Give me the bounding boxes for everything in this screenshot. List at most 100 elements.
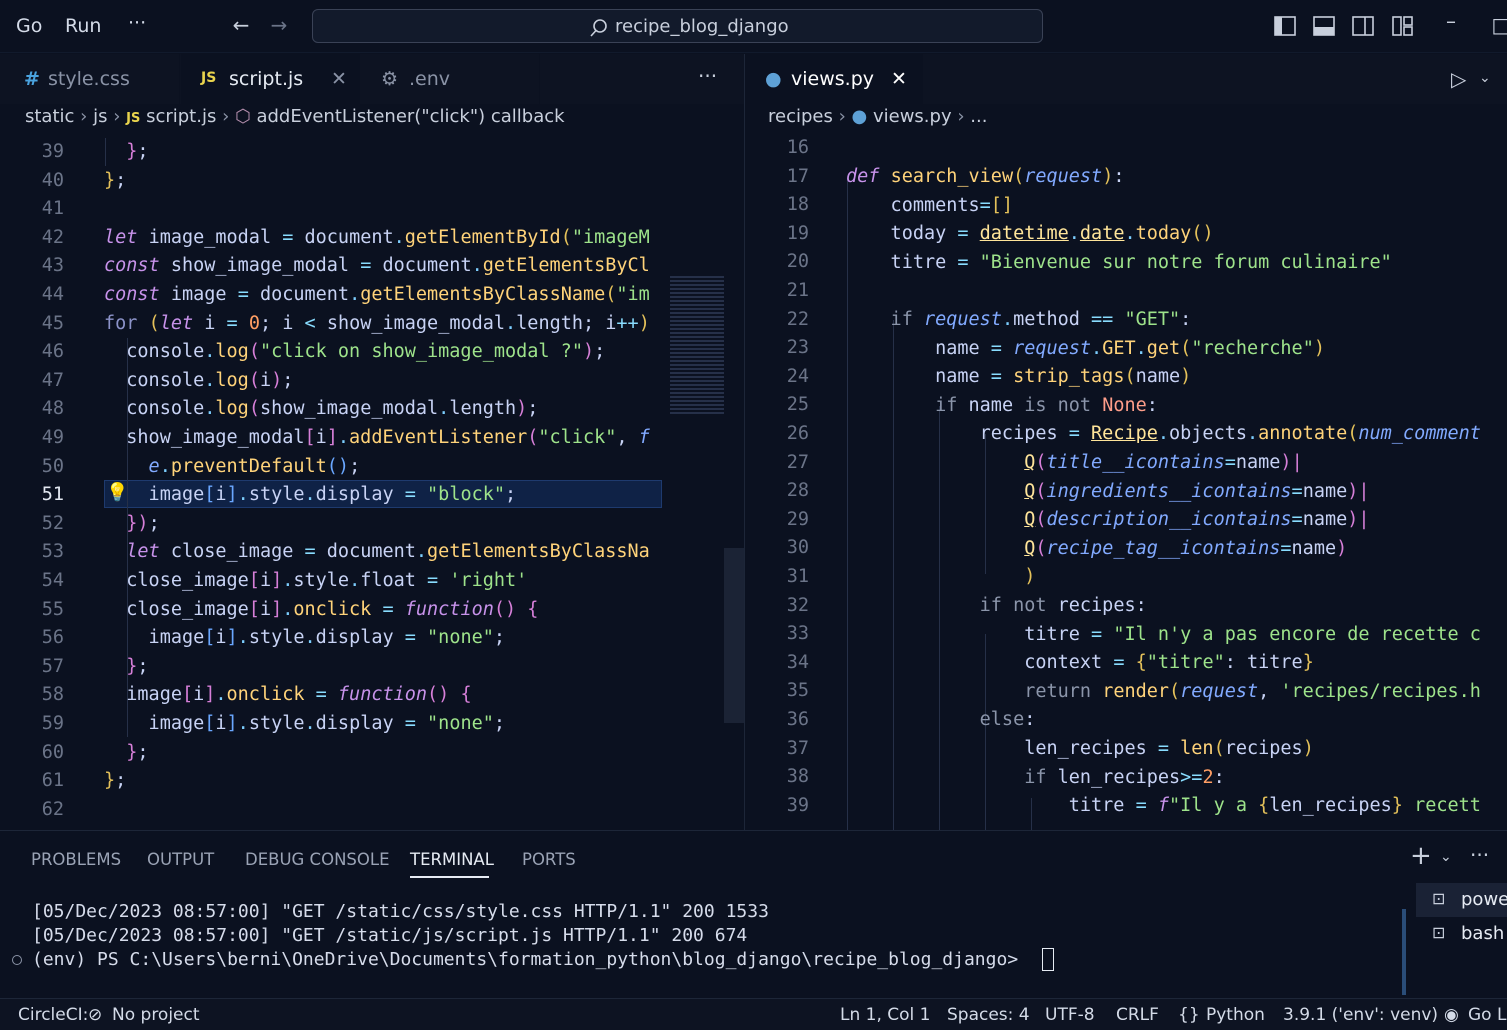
menu-go[interactable]: Go <box>16 15 42 37</box>
line-number: 16 <box>786 138 809 158</box>
terminal-cursor <box>1042 948 1054 971</box>
run-icon[interactable]: ▷ <box>1451 67 1466 91</box>
line-number: 20 <box>786 251 809 273</box>
python-file-icon: ● <box>851 106 868 127</box>
left-code-editor[interactable]: 39 40 41 42 43 44 45 46 47 48 49 50 51 52 53 54 55 56 57 58… <box>0 138 744 830</box>
line-number: 33 <box>786 623 809 645</box>
terminal-instance-bash[interactable]: ⊡ bash <box>1416 917 1507 951</box>
right-tab-bar: ● views.py ✕ ▷ ⌄ <box>745 54 1507 104</box>
toggle-primary-sidebar-icon[interactable] <box>1274 16 1296 36</box>
encoding[interactable]: UTF-8 <box>1045 1005 1095 1025</box>
language-mode[interactable]: Python <box>1206 1005 1265 1025</box>
line-number: 48 <box>41 398 64 420</box>
line-number: 18 <box>786 194 809 216</box>
braces-icon: {} <box>1178 1005 1200 1025</box>
line-number: 24 <box>786 365 809 387</box>
line-number: 34 <box>786 651 809 673</box>
line-number: 40 <box>41 169 64 191</box>
tab-debug-console[interactable]: DEBUG CONSOLE <box>245 850 390 869</box>
right-code-editor[interactable]: 16 17 18 19 20 21 22 23 24 25 26 27 28 29 30 31 32 33 34 35… <box>745 138 1507 830</box>
terminal-output-line: [05/Dec/2023 08:57:00] "GET /static/js/s… <box>32 925 748 946</box>
toggle-panel-icon[interactable] <box>1313 16 1335 36</box>
line-number: 41 <box>41 198 64 220</box>
chevron-down-icon[interactable]: ⌄ <box>1479 70 1491 86</box>
more-actions-icon[interactable]: ··· <box>698 64 717 88</box>
maximize-icon[interactable]: □ <box>1490 14 1507 36</box>
line-number: 52 <box>41 512 64 534</box>
right-breadcrumb: recipes › ● views.py › ... <box>768 106 988 127</box>
panel-more-icon[interactable]: ··· <box>1470 843 1489 867</box>
python-interpreter[interactable]: 3.9.1 ('env': venv) <box>1283 1005 1438 1025</box>
line-number: 46 <box>41 341 64 363</box>
toggle-secondary-sidebar-icon[interactable] <box>1352 16 1374 36</box>
left-tab-bar: # style.css JS script.js ✕ ⚙ .env ··· <box>0 54 744 104</box>
indentation[interactable]: Spaces: 4 <box>947 1005 1030 1025</box>
tab-env[interactable]: ⚙ .env <box>361 54 540 104</box>
back-arrow-icon[interactable]: ← <box>230 14 252 36</box>
line-number: 30 <box>786 537 809 559</box>
line-number: 39 <box>41 141 64 162</box>
line-number: 39 <box>786 794 809 816</box>
line-number: 43 <box>41 255 64 277</box>
command-center-search[interactable]: recipe_blog_django <box>312 9 1043 43</box>
tab-label: script.js <box>229 68 304 90</box>
line-number: 19 <box>786 222 809 244</box>
terminal-instance-label: powe <box>1461 889 1507 910</box>
tab-label: views.py <box>791 68 874 90</box>
minimap[interactable] <box>670 276 724 416</box>
tab-style-css[interactable]: # style.css <box>0 54 180 104</box>
terminal-instance-powershell[interactable]: ⊡ powe <box>1416 883 1507 917</box>
breadcrumb-item[interactable]: static <box>25 106 74 127</box>
circleci-project[interactable]: No project <box>112 1005 200 1025</box>
circleci-label[interactable]: CircleCI: <box>18 1005 88 1025</box>
line-number: 44 <box>41 284 64 305</box>
close-tab-icon[interactable]: ✕ <box>331 68 347 90</box>
terminal-scrollbar[interactable] <box>1402 909 1406 995</box>
terminal-prompt-line[interactable]: (env) PS C:\Users\berni\OneDrive\Documen… <box>32 949 1029 970</box>
line-number: 32 <box>786 594 809 616</box>
breadcrumb-item[interactable]: recipes <box>768 106 833 127</box>
lightbulb-icon[interactable]: 💡 <box>106 482 128 503</box>
editor-scrollbar[interactable] <box>724 548 744 723</box>
chevron-down-icon[interactable]: ⌄ <box>1440 849 1452 865</box>
line-number: 45 <box>41 312 64 334</box>
tab-ports[interactable]: PORTS <box>522 850 576 869</box>
line-number: 59 <box>41 713 64 734</box>
close-tab-icon[interactable]: ✕ <box>891 68 907 90</box>
minimize-icon[interactable]: – <box>1440 10 1462 32</box>
line-number: 55 <box>41 598 64 620</box>
line-number: 54 <box>41 570 64 591</box>
breadcrumb-item[interactable]: views.py <box>873 106 952 127</box>
js-file-icon: JS <box>126 111 141 126</box>
line-number: 49 <box>41 427 64 448</box>
line-number: 51 <box>41 484 64 506</box>
line-number: 31 <box>786 566 809 587</box>
tab-problems[interactable]: PROBLEMS <box>31 850 121 869</box>
line-number: 36 <box>786 709 809 730</box>
line-number: 37 <box>786 737 809 759</box>
go-live-button[interactable]: Go Li <box>1468 1005 1507 1025</box>
tab-script-js[interactable]: JS script.js ✕ <box>181 54 360 104</box>
menu-run[interactable]: Run <box>65 15 101 37</box>
line-number: 29 <box>786 508 809 530</box>
tab-terminal[interactable]: TERMINAL <box>410 850 494 869</box>
end-of-line[interactable]: CRLF <box>1116 1005 1159 1025</box>
command-decoration-icon <box>12 955 22 965</box>
breadcrumb-item[interactable]: js <box>93 106 107 127</box>
line-number: 22 <box>786 308 809 330</box>
forward-arrow-icon[interactable]: → <box>268 14 290 36</box>
css-file-icon: # <box>24 68 40 90</box>
tab-label: .env <box>409 68 451 90</box>
line-number: 42 <box>41 226 64 248</box>
line-number: 38 <box>786 766 809 788</box>
breadcrumb-item[interactable]: addEventListener("click") callback <box>256 106 564 127</box>
tab-output[interactable]: OUTPUT <box>147 850 214 869</box>
menu-more[interactable]: ··· <box>128 12 146 34</box>
breadcrumb-item[interactable]: ... <box>970 106 987 127</box>
tab-label: style.css <box>48 68 130 90</box>
customize-layout-icon[interactable] <box>1392 16 1414 36</box>
breadcrumb-item[interactable]: script.js <box>146 106 216 127</box>
tab-views-py[interactable]: ● views.py ✕ <box>745 54 923 104</box>
new-terminal-icon[interactable]: + <box>1410 841 1432 871</box>
cursor-position[interactable]: Ln 1, Col 1 <box>840 1005 931 1025</box>
